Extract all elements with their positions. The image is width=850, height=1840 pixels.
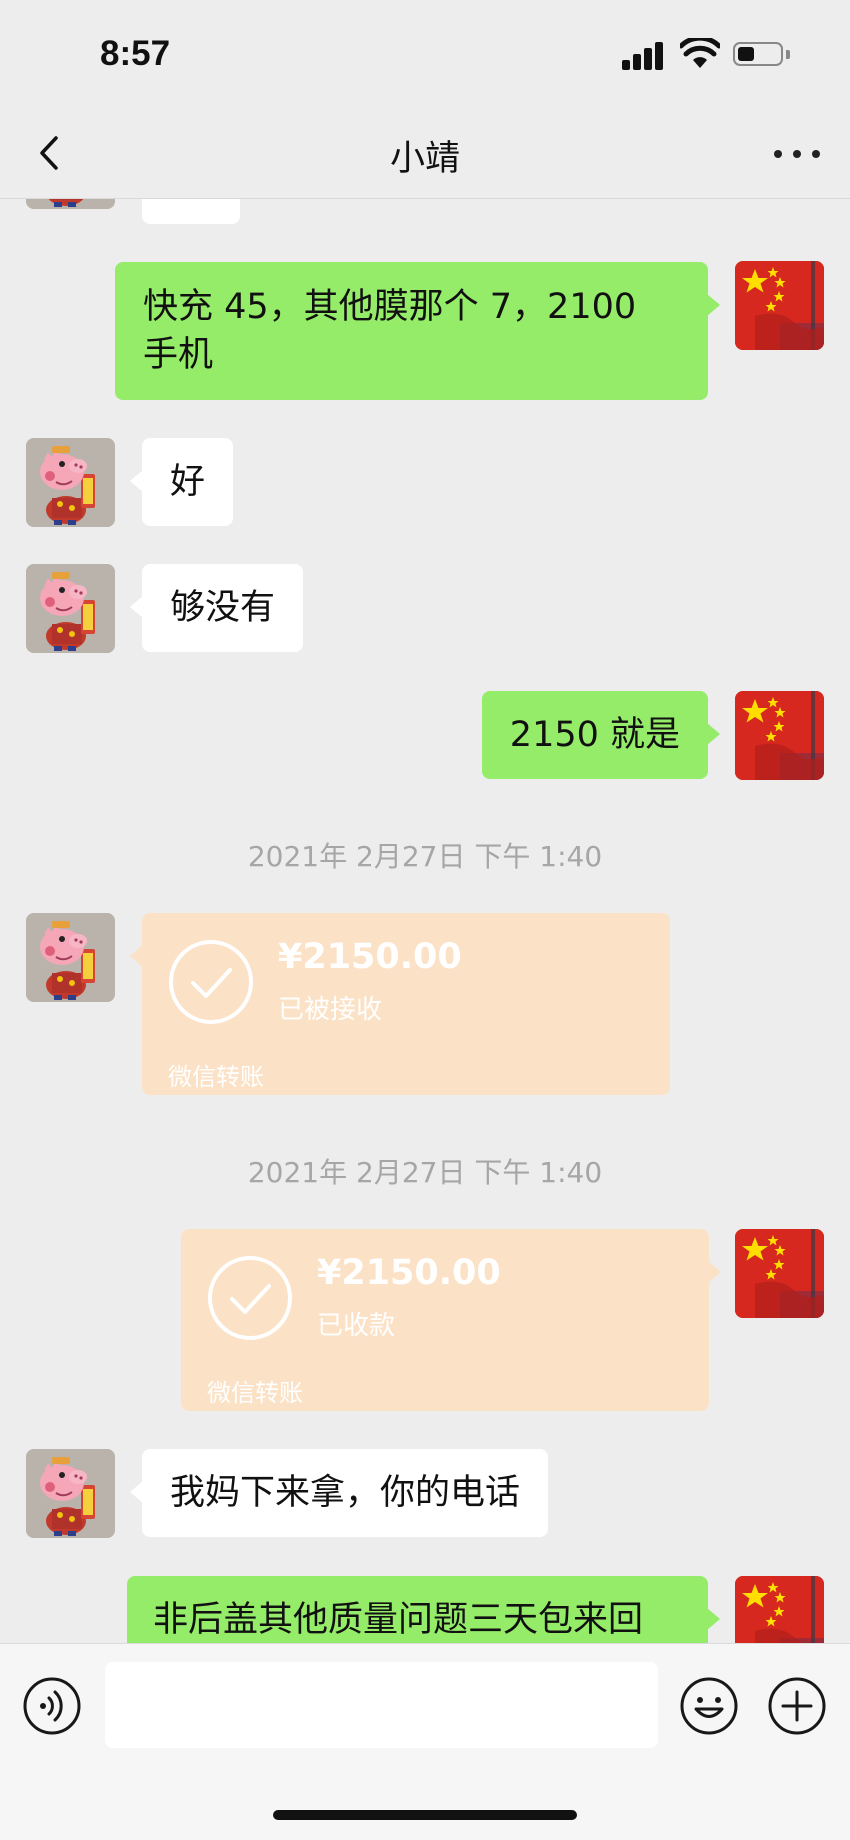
plus-icon[interactable]	[767, 1676, 827, 1736]
message-bubble-incoming[interactable]: 我妈下来拿，你的电话	[129, 1449, 549, 1537]
status-time: 8:57	[100, 34, 171, 73]
message-text: 2150 就是	[509, 715, 680, 755]
my-avatar[interactable]	[735, 691, 824, 780]
timestamp: 2021年 2月27日 下午 1:40	[247, 1156, 603, 1189]
message-bubble-incoming[interactable]: 好	[129, 438, 234, 526]
message-text: 好	[170, 462, 206, 502]
transfer-amount: ¥2150.00	[278, 937, 462, 977]
voice-icon[interactable]	[22, 1676, 82, 1736]
contact-avatar[interactable]	[26, 438, 115, 527]
checkmark-icon	[169, 940, 253, 1024]
message-text: 非后盖其他质量问题三天包来回	[153, 1600, 644, 1640]
transfer-card-outgoing[interactable]: ¥2150.00 已收款 微信转账	[181, 1229, 721, 1411]
transfer-label: 微信转账	[207, 1379, 303, 1407]
message-text: 我妈下来拿，你的电话	[170, 1473, 521, 1513]
my-avatar[interactable]	[735, 1576, 824, 1643]
transfer-card-incoming[interactable]: ¥2150.00 已被接收 微信转账	[130, 913, 670, 1095]
contact-avatar[interactable]	[26, 1449, 115, 1538]
flag-avatar-image	[735, 691, 824, 780]
message-text: 够没有	[170, 588, 276, 628]
message-bubble-outgoing[interactable]: 快充 45，其他膜那个 7，2100 手机	[115, 262, 720, 400]
transfer-label: 微信转账	[168, 1063, 264, 1091]
message-bubble-outgoing[interactable]: 非后盖其他质量问题三天包来回	[127, 1576, 720, 1643]
battery-tip	[786, 50, 790, 59]
more-icon[interactable]	[772, 142, 822, 166]
flag-avatar-image	[735, 261, 824, 350]
peppa-avatar-image	[26, 438, 115, 527]
status-bar: 8:57	[0, 0, 850, 110]
transfer-amount: ¥2150.00	[317, 1253, 501, 1293]
flag-avatar-image	[735, 1229, 824, 1318]
transfer-status: 已被接收	[278, 995, 383, 1025]
nav-bar: 小靖	[0, 110, 850, 199]
input-bar	[0, 1643, 850, 1840]
my-avatar[interactable]	[735, 1229, 824, 1318]
transfer-status: 已收款	[317, 1311, 396, 1341]
my-avatar[interactable]	[735, 261, 824, 350]
peppa-avatar-image	[26, 1449, 115, 1538]
battery-icon	[733, 42, 783, 66]
flag-avatar-image	[735, 1576, 824, 1643]
contact-avatar[interactable]	[26, 564, 115, 653]
signal-icon	[622, 42, 664, 70]
checkmark-icon	[208, 1256, 292, 1340]
contact-avatar[interactable]	[26, 913, 115, 1002]
peppa-avatar-image	[26, 913, 115, 1002]
message-input[interactable]	[105, 1662, 658, 1748]
timestamp: 2021年 2月27日 下午 1:40	[247, 840, 603, 873]
peppa-avatar-image	[26, 564, 115, 653]
emoji-icon[interactable]	[679, 1676, 739, 1736]
message-text: 快充 45，其他膜那个 7，2100 手机	[143, 287, 637, 375]
chat-title: 小靖	[389, 139, 460, 179]
message-bubble-outgoing[interactable]: 2150 就是	[481, 691, 721, 779]
wifi-icon	[680, 38, 720, 68]
chat-area[interactable]: 快充 45，其他膜那个 7，2100 手机 好 够没有 2150 就是 2021…	[0, 0, 850, 1643]
home-indicator[interactable]	[273, 1810, 577, 1820]
message-bubble-incoming[interactable]: 够没有	[129, 564, 304, 652]
